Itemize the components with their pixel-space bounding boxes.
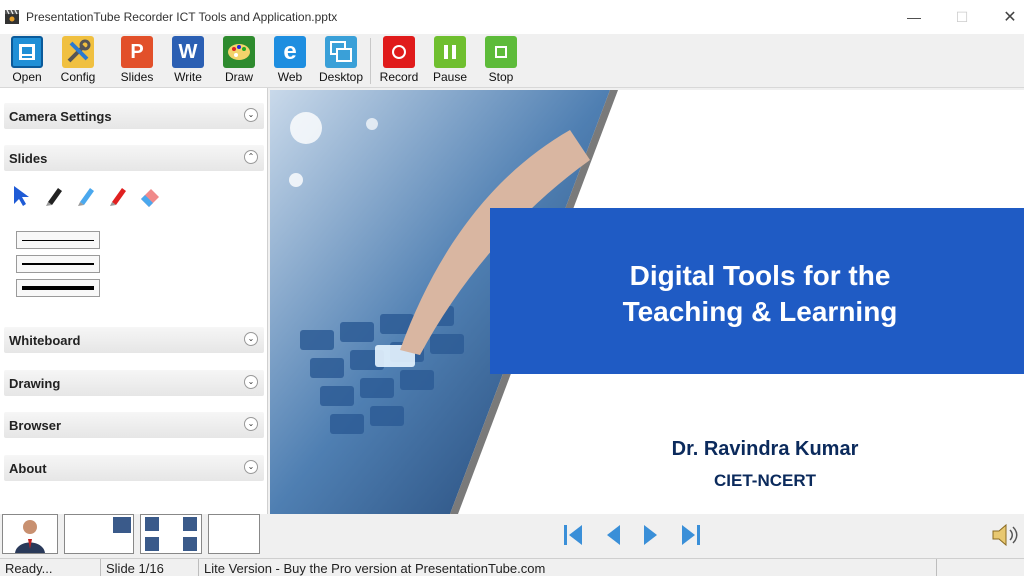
pause-button[interactable]: Pause <box>426 36 474 86</box>
toolbar: Open Config P Slides W Write Draw e Web … <box>0 34 1024 88</box>
close-button[interactable]: ✕ <box>986 0 1024 34</box>
open-button[interactable]: Open <box>3 36 51 86</box>
status-divider <box>936 559 937 576</box>
status-bar: Ready... Slide 1/16 Lite Version - Buy t… <box>0 558 1024 576</box>
first-slide-icon[interactable] <box>562 522 584 548</box>
paint-icon <box>223 36 255 68</box>
stop-label: Stop <box>488 70 514 84</box>
web-label: Web <box>277 70 303 84</box>
config-button[interactable]: Config <box>54 36 102 86</box>
section-title: Camera Settings <box>9 108 112 124</box>
presenter-icon <box>183 517 197 531</box>
chevron-down-icon[interactable]: ⌄ <box>244 417 258 431</box>
layout-slide-with-presenter[interactable] <box>64 514 134 554</box>
presenter-icon <box>113 517 131 533</box>
slide-organization: CIET-NCERT <box>714 471 816 490</box>
presenter-icon <box>145 517 159 531</box>
section-whiteboard[interactable]: Whiteboard ⌄ <box>4 327 264 353</box>
write-label: Write <box>174 70 202 84</box>
title-bar: PresentationTube Recorder ICT Tools and … <box>0 0 1024 34</box>
line-width-thin[interactable] <box>16 231 100 249</box>
pointer-icon[interactable] <box>10 184 34 208</box>
section-slides[interactable]: Slides ⌃ <box>4 145 264 171</box>
internet-explorer-icon: e <box>274 36 306 68</box>
presenter-icon <box>15 520 45 553</box>
next-slide-icon[interactable] <box>640 522 662 548</box>
record-label: Record <box>379 70 419 84</box>
line-width-thick[interactable] <box>16 279 100 297</box>
status-state: Ready... <box>5 561 53 576</box>
chevron-down-icon[interactable]: ⌄ <box>244 108 258 122</box>
presenter-icon <box>145 537 159 551</box>
eraser-icon[interactable] <box>138 184 162 208</box>
pause-label: Pause <box>432 70 468 84</box>
chevron-down-icon[interactable]: ⌄ <box>244 460 258 474</box>
presenter-icon <box>183 537 197 551</box>
red-pen-icon[interactable] <box>106 184 130 208</box>
write-button[interactable]: W Write <box>164 36 212 86</box>
speaker-icon[interactable] <box>990 522 1020 548</box>
section-title: Whiteboard <box>9 332 81 348</box>
status-divider <box>100 559 101 576</box>
web-button[interactable]: e Web <box>266 36 314 86</box>
clapperboard-app-icon <box>5 9 19 24</box>
desktop-button[interactable]: Desktop <box>317 36 365 86</box>
powerpoint-icon: P <box>121 36 153 68</box>
status-message: Lite Version - Buy the Pro version at Pr… <box>204 561 546 576</box>
slide-title: Digital Tools for the Teaching & Learnin… <box>622 260 898 327</box>
section-browser[interactable]: Browser ⌄ <box>4 412 264 438</box>
blue-pen-icon[interactable] <box>74 184 98 208</box>
section-camera-settings[interactable]: Camera Settings ⌄ <box>4 103 264 129</box>
layout-four-corners[interactable] <box>140 514 202 554</box>
left-panel: Camera Settings ⌄ Slides ⌃ Whiteboard ⌄ … <box>0 88 268 514</box>
last-slide-icon[interactable] <box>680 522 702 548</box>
open-icon <box>11 36 43 68</box>
section-title: Slides <box>9 150 48 166</box>
stop-icon <box>485 36 517 68</box>
config-label: Config <box>60 70 96 84</box>
chevron-down-icon[interactable]: ⌄ <box>244 332 258 346</box>
record-button[interactable]: Record <box>375 36 423 86</box>
section-title: Browser <box>9 417 62 433</box>
layout-slide-only[interactable] <box>208 514 260 554</box>
minimize-button[interactable]: — <box>890 0 938 34</box>
status-divider <box>198 559 199 576</box>
toolbar-separator <box>370 38 371 84</box>
chevron-up-icon[interactable]: ⌃ <box>244 150 258 164</box>
pause-icon <box>434 36 466 68</box>
slides-button[interactable]: P Slides <box>113 36 161 86</box>
chevron-down-icon[interactable]: ⌄ <box>244 375 258 389</box>
black-pen-icon[interactable] <box>42 184 66 208</box>
desktop-icon <box>325 36 357 68</box>
status-slide-counter: Slide 1/16 <box>106 561 164 576</box>
window-title: PresentationTube Recorder ICT Tools and … <box>26 10 338 24</box>
word-icon: W <box>172 36 204 68</box>
layout-single-presenter[interactable] <box>2 514 58 554</box>
config-icon <box>62 36 94 68</box>
desktop-label: Desktop <box>318 70 364 84</box>
section-title: About <box>9 460 47 476</box>
record-icon <box>383 36 415 68</box>
open-label: Open <box>12 70 42 84</box>
slides-label: Slides <box>120 70 154 84</box>
slide-canvas[interactable]: Digital Tools for the Teaching & Learnin… <box>270 90 1024 514</box>
line-width-medium[interactable] <box>16 255 100 273</box>
draw-button[interactable]: Draw <box>215 36 263 86</box>
draw-label: Draw <box>224 70 253 84</box>
previous-slide-icon[interactable] <box>602 522 624 548</box>
section-drawing[interactable]: Drawing ⌄ <box>4 370 264 396</box>
maximize-button[interactable]: ☐ <box>938 0 986 34</box>
stop-button[interactable]: Stop <box>477 36 525 86</box>
slide-author: Dr. Ravindra Kumar <box>671 438 859 460</box>
section-title: Drawing <box>9 375 61 391</box>
section-about[interactable]: About ⌄ <box>4 455 264 481</box>
